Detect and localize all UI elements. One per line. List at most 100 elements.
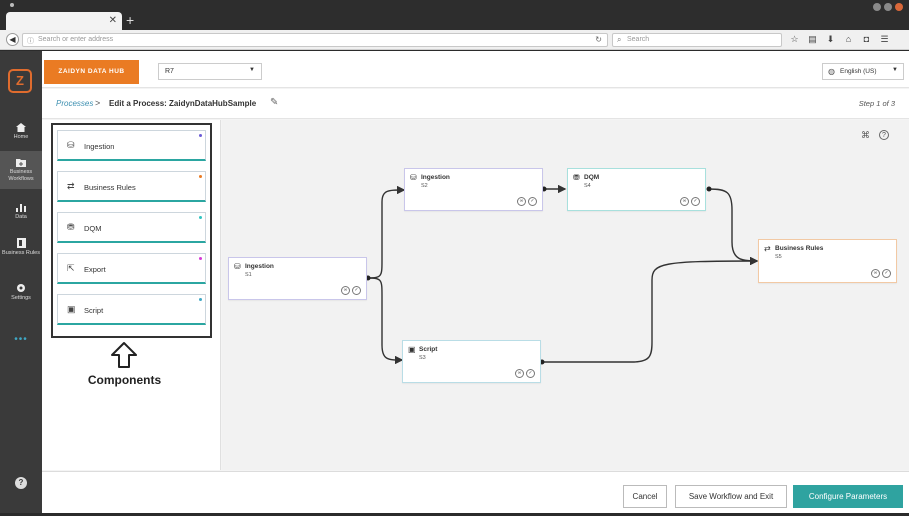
save-workflow-exit-button[interactable]: Save Workflow and Exit [675,485,787,508]
edge-s4-s5 [708,188,759,266]
link-icon[interactable]: ∞ [871,269,880,278]
link-icon[interactable]: ∞ [517,197,526,206]
node-title: Ingestion [421,174,450,181]
check-icon[interactable]: ✓ [526,369,535,378]
link-icon[interactable]: ∞ [515,369,524,378]
home-icon[interactable]: ⌂ [843,33,854,45]
database-icon: ⛁ [67,140,75,150]
sidebar-item-data[interactable]: Data [0,203,42,225]
dqm-icon: ⛃ [67,222,75,232]
cancel-button[interactable]: Cancel [623,485,667,508]
back-arrow-icon[interactable]: ◀ [6,33,19,46]
help-icon[interactable]: ? [15,477,27,489]
workflow-canvas[interactable]: ⌘ ? ⛁ Ingestion S1 ∞ ✓ ⛁ Ingestion S2 ∞ … [222,120,909,516]
component-ingestion[interactable]: ⛁ Ingestion [57,130,206,161]
sidebar: Z Home Business Workflows Data Business … [0,51,42,513]
status-dot [199,257,202,260]
component-label: Ingestion [84,142,115,151]
workflow-node-dqm-s4[interactable]: ⛃ DQM S4 ∞ ✓ [567,168,706,211]
home-icon [16,123,26,132]
export-icon: ⇱ [67,263,75,273]
language-selector[interactable]: ◍ English (US) ▼ [822,63,904,80]
reading-list-icon[interactable]: ▤ [807,33,818,45]
node-title: Ingestion [245,263,274,270]
pocket-icon[interactable]: ◘ [861,33,872,45]
search-placeholder: Search [627,36,650,43]
check-icon[interactable]: ✓ [882,269,891,278]
breadcrumb: Processes > Edit a Process: ZaidynDataHu… [42,89,909,119]
component-business-rules[interactable]: ⇄ Business Rules [57,171,206,202]
browser-tab[interactable]: ✕ [6,12,122,30]
zaidyn-logo-icon[interactable]: Z [8,69,32,93]
components-highlight-box: ⛁ Ingestion ⇄ Business Rules ⛃ DQM ⇱ Exp… [51,123,212,338]
configure-parameters-button[interactable]: Configure Parameters [793,485,903,508]
breadcrumb-separator: > [95,98,101,108]
node-actions: ∞ ✓ [517,197,537,206]
browser-titlebar: ✕ + [0,0,909,30]
edge-s1-s2 [367,185,406,279]
component-export[interactable]: ⇱ Export [57,253,206,284]
sidebar-item-home[interactable]: Home [0,123,42,145]
help-icon[interactable]: ? [879,130,889,140]
sidebar-item-label: Business Workflows [8,169,34,182]
browser-toolbar-icons: ☆ ▤ ⬇ ⌂ ◘ ☰ [789,33,890,45]
breadcrumb-processes-link[interactable]: Processes [56,99,93,108]
component-label: DQM [84,224,102,233]
close-window-icon[interactable] [895,3,903,11]
component-label: Business Rules [84,183,136,192]
maximize-icon[interactable] [884,3,892,11]
check-icon[interactable]: ✓ [691,197,700,206]
workflow-node-script-s3[interactable]: ▣ Script S3 ∞ ✓ [402,340,541,383]
close-tab-icon[interactable]: ✕ [109,15,117,27]
hamburger-menu-icon[interactable]: ☰ [879,33,890,45]
info-icon: ⓘ [27,38,34,45]
project-selector[interactable]: R7 ▼ [158,63,262,80]
workflow-node-ingestion-s1[interactable]: ⛁ Ingestion S1 ∞ ✓ [228,257,367,300]
script-icon: ▣ [408,345,416,354]
new-tab-icon[interactable]: + [126,13,134,27]
database-icon: ⛁ [410,173,417,182]
component-script[interactable]: ▣ Script [57,294,206,325]
component-label: Script [84,306,104,315]
workflow-node-business-rules-s5[interactable]: ⇄ Business Rules S5 ∞ ✓ [758,239,897,283]
node-id: S2 [421,183,428,189]
up-arrow-icon [111,342,137,368]
address-placeholder: Search or enter address [38,36,114,43]
workflow-node-ingestion-s2[interactable]: ⛁ Ingestion S2 ∞ ✓ [404,168,543,211]
script-icon: ▣ [67,304,76,314]
sidebar-item-label: Data [15,214,27,220]
check-icon[interactable]: ✓ [352,286,361,295]
node-title: Script [419,346,438,353]
chevron-down-icon: ▼ [249,67,255,73]
minimize-icon[interactable] [873,3,881,11]
edge-s1-s3 [367,277,404,365]
browser-search-input[interactable]: ⌕ Search [612,33,782,47]
link-icon[interactable]: ∞ [680,197,689,206]
sidebar-item-business-workflows[interactable]: Business Workflows [0,151,42,189]
pencil-edit-icon[interactable]: ✎ [270,97,278,108]
sidebar-item-label: Settings [11,295,31,301]
download-icon[interactable]: ⬇ [825,33,836,45]
rules-icon: ⇄ [67,181,75,191]
link-icon[interactable]: ∞ [341,286,350,295]
node-id: S5 [775,254,782,260]
database-icon: ⛁ [234,262,241,271]
components-caption: Components [87,373,162,387]
bar-chart-icon [16,204,26,212]
window-controls [873,3,903,11]
chevron-down-icon: ▼ [892,67,898,73]
more-icon[interactable]: ••• [0,334,42,345]
sidebar-item-label: Home [13,134,29,140]
sidebar-item-settings[interactable]: Settings [0,283,42,305]
sidebar-item-business-rules[interactable]: Business Rules [0,238,42,268]
address-bar[interactable]: ⓘ Search or enter address ↻ [22,33,608,47]
components-panel: ⛁ Ingestion ⇄ Business Rules ⛃ DQM ⇱ Exp… [42,120,221,470]
bookmark-star-icon[interactable]: ☆ [789,33,800,45]
component-dqm[interactable]: ⛃ DQM [57,212,206,243]
page-title: Edit a Process: ZaidynDataHubSample [109,99,257,108]
brand-label: ZAIDYN DATA HUB [44,60,139,84]
hierarchy-icon[interactable]: ⌘ [860,130,871,141]
reload-icon[interactable]: ↻ [595,35,602,44]
node-actions: ∞ ✓ [680,197,700,206]
check-icon[interactable]: ✓ [528,197,537,206]
